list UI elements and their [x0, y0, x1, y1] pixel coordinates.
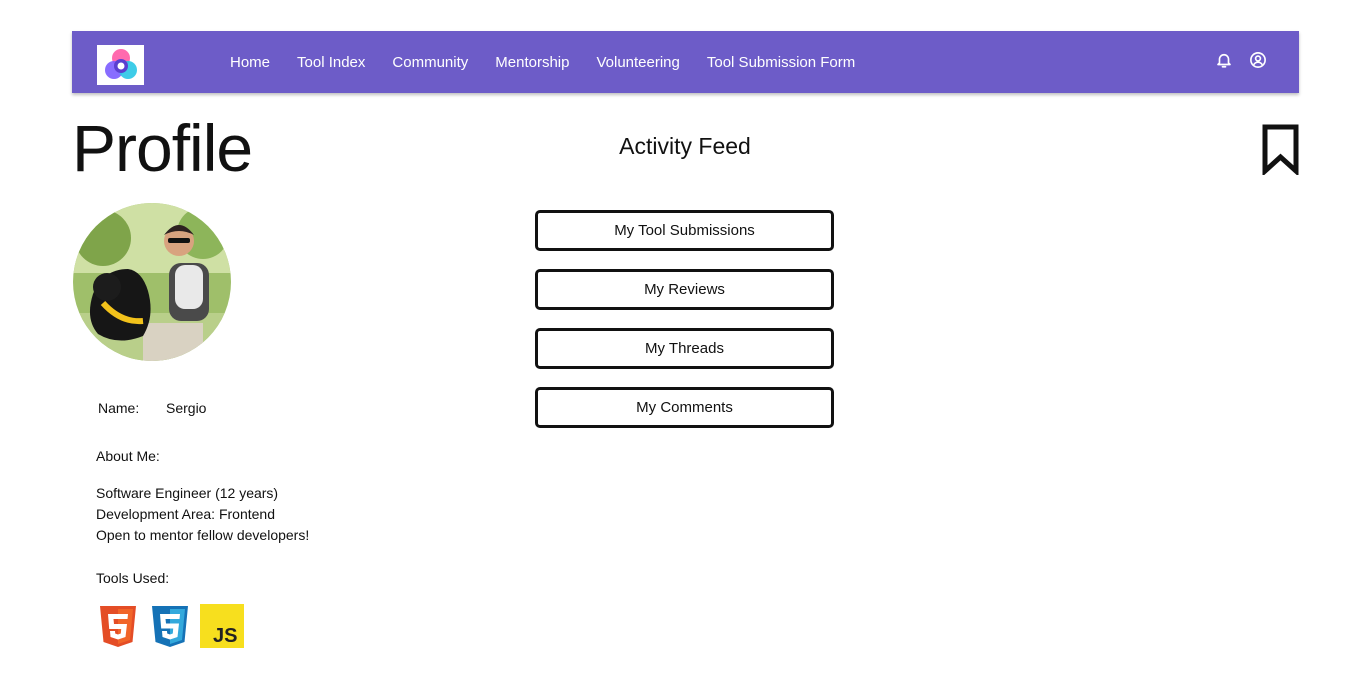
svg-text:JS: JS [213, 625, 237, 647]
about-text: Software Engineer (12 years) Development… [96, 483, 309, 546]
nav-link-mentorship[interactable]: Mentorship [495, 54, 569, 71]
about-line: Development Area: Frontend [96, 506, 275, 522]
bookmark-icon[interactable] [1262, 124, 1299, 175]
about-label: About Me: [96, 448, 160, 464]
bell-icon[interactable] [1215, 51, 1233, 69]
tools-label: Tools Used: [96, 570, 170, 586]
profile-avatar [73, 203, 231, 361]
my-reviews-button[interactable]: My Reviews [535, 269, 834, 310]
nav-link-tool-index[interactable]: Tool Index [297, 54, 365, 71]
about-line: Software Engineer (12 years) [96, 485, 279, 501]
profile-photo [73, 203, 231, 361]
javascript-icon: JS [200, 604, 244, 648]
activity-feed-list: My Tool Submissions My Reviews My Thread… [535, 210, 834, 446]
nav-link-volunteering[interactable]: Volunteering [596, 54, 679, 71]
account-circle-icon[interactable] [1249, 51, 1267, 69]
top-navbar: Home Tool Index Community Mentorship Vol… [72, 31, 1299, 93]
app-logo[interactable] [97, 45, 144, 85]
html5-icon [100, 606, 136, 647]
tools-list: JS [96, 604, 244, 648]
nav-links: Home Tool Index Community Mentorship Vol… [230, 31, 882, 93]
css3-icon [152, 606, 188, 647]
about-line: Open to mentor fellow developers! [96, 527, 310, 543]
nav-link-community[interactable]: Community [392, 54, 468, 71]
nav-link-tool-submission-form[interactable]: Tool Submission Form [707, 54, 855, 71]
nav-link-home[interactable]: Home [230, 54, 270, 71]
my-threads-button[interactable]: My Threads [535, 328, 834, 369]
name-label: Name: [98, 400, 140, 416]
my-tool-submissions-button[interactable]: My Tool Submissions [535, 210, 834, 251]
page-title: Profile [72, 111, 253, 185]
activity-feed-title: Activity Feed [619, 133, 751, 159]
my-comments-button[interactable]: My Comments [535, 387, 834, 428]
name-value: Sergio [166, 400, 207, 416]
nav-icons [1215, 51, 1267, 69]
app-logo-icon [104, 49, 137, 79]
